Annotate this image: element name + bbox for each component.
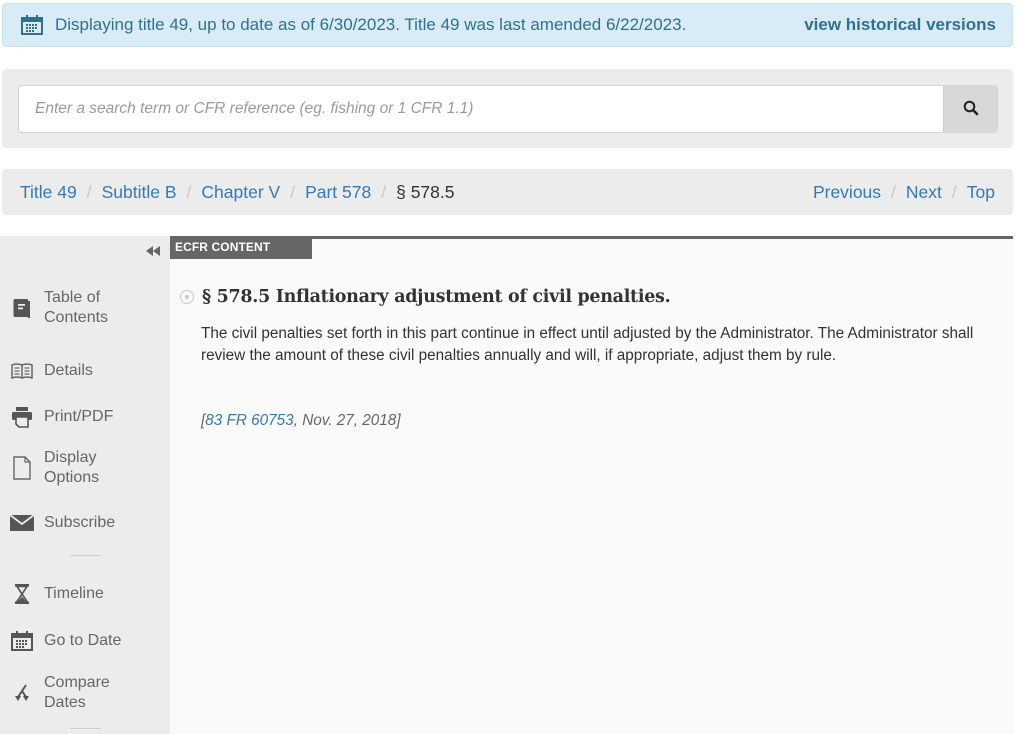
sidebar-item-label: Print/PDF [44,408,114,425]
breadcrumb-subtitle-b[interactable]: Subtitle B [102,182,177,203]
sidebar-divider [70,555,101,556]
printer-icon [10,405,34,429]
previous-link[interactable]: Previous [813,182,881,203]
sidebar-divider [70,728,101,729]
sidebar-item-go-to-date[interactable]: Go to Date [10,629,160,653]
search-box [18,85,998,133]
breadcrumb-chapter-v[interactable]: Chapter V [201,182,280,203]
search-panel [2,69,1013,148]
envelope-icon [10,511,34,535]
sidebar-item-label: Display Options [44,449,100,486]
sidebar-item-label: Table of Contents [44,289,109,326]
search-input[interactable] [19,86,943,132]
search-button[interactable] [943,86,997,132]
sidebar-item-table-of-contents[interactable]: Table of Contents [10,288,160,328]
breadcrumb-part-578[interactable]: Part 578 [305,182,371,203]
sidebar-item-display-options[interactable]: Display Options [10,448,160,488]
document-icon [10,456,34,480]
breadcrumb-separator: / [86,181,92,202]
alert-message: Displaying title 49, up to date as of 6/… [55,15,687,34]
search-icon [963,100,979,119]
breadcrumb-current-section: § 578.5 [396,181,455,202]
pager-separator: / [951,181,957,202]
content-tab-label: ECFR CONTENT [170,236,312,259]
breadcrumb-separator: / [186,181,192,202]
section-title: § 578.5 Inflationary adjustment of civil… [202,287,671,307]
sidebar-item-subscribe[interactable]: Subscribe [10,511,160,535]
sidebar-item-label: Subscribe [44,514,116,531]
citation-rest: , Nov. 27, 2018] [293,412,401,429]
date-alert-banner: Displaying title 49, up to date as of 6/… [2,3,1013,47]
sidebar-item-label: Details [44,362,93,379]
breadcrumb-title-49[interactable]: Title 49 [20,182,77,203]
sidebar-item-label: Compare Dates [44,674,110,711]
federal-register-link[interactable]: 83 FR 60753 [205,412,293,429]
ecfr-content-panel: ECFR CONTENT § 578.5 Inflationary adjust… [170,236,1013,734]
breadcrumb-separator: / [381,181,387,202]
open-book-icon [10,359,34,383]
breadcrumb: Title 49 / Subtitle B / Chapter V / Part… [20,182,813,203]
source-citation: [83 FR 60753, Nov. 27, 2018] [201,412,401,430]
sidebar-item-details[interactable]: Details [10,359,160,383]
hourglass-icon [10,582,34,606]
breadcrumb-separator: / [290,181,296,202]
book-icon [10,296,34,320]
calendar-icon [21,15,43,35]
sidebar-item-print-pdf[interactable]: Print/PDF [10,405,160,429]
sidebar-item-timeline[interactable]: Timeline [10,582,160,606]
sidebar-item-compare-dates[interactable]: Compare Dates [10,673,160,713]
section-paragraph: The civil penalties set forth in this pa… [201,325,974,364]
compare-arrows-icon [10,681,34,705]
top-link[interactable]: Top [967,182,995,203]
section-select-radio[interactable] [180,290,194,304]
pager-separator: / [891,181,896,202]
section-heading: § 578.5 Inflationary adjustment of civil… [180,287,671,307]
double-chevron-left-icon[interactable] [146,243,162,256]
section-pager: Previous / Next / Top [813,182,995,203]
sidebar: Table of Contents Details Print/PDF Disp… [0,236,170,734]
calendar-icon [10,629,34,653]
next-link[interactable]: Next [906,182,942,203]
breadcrumb-bar: Title 49 / Subtitle B / Chapter V / Part… [2,169,1013,215]
sidebar-item-label: Go to Date [44,632,122,649]
view-historical-versions-link[interactable]: view historical versions [804,15,996,35]
sidebar-item-label: Timeline [44,585,104,602]
